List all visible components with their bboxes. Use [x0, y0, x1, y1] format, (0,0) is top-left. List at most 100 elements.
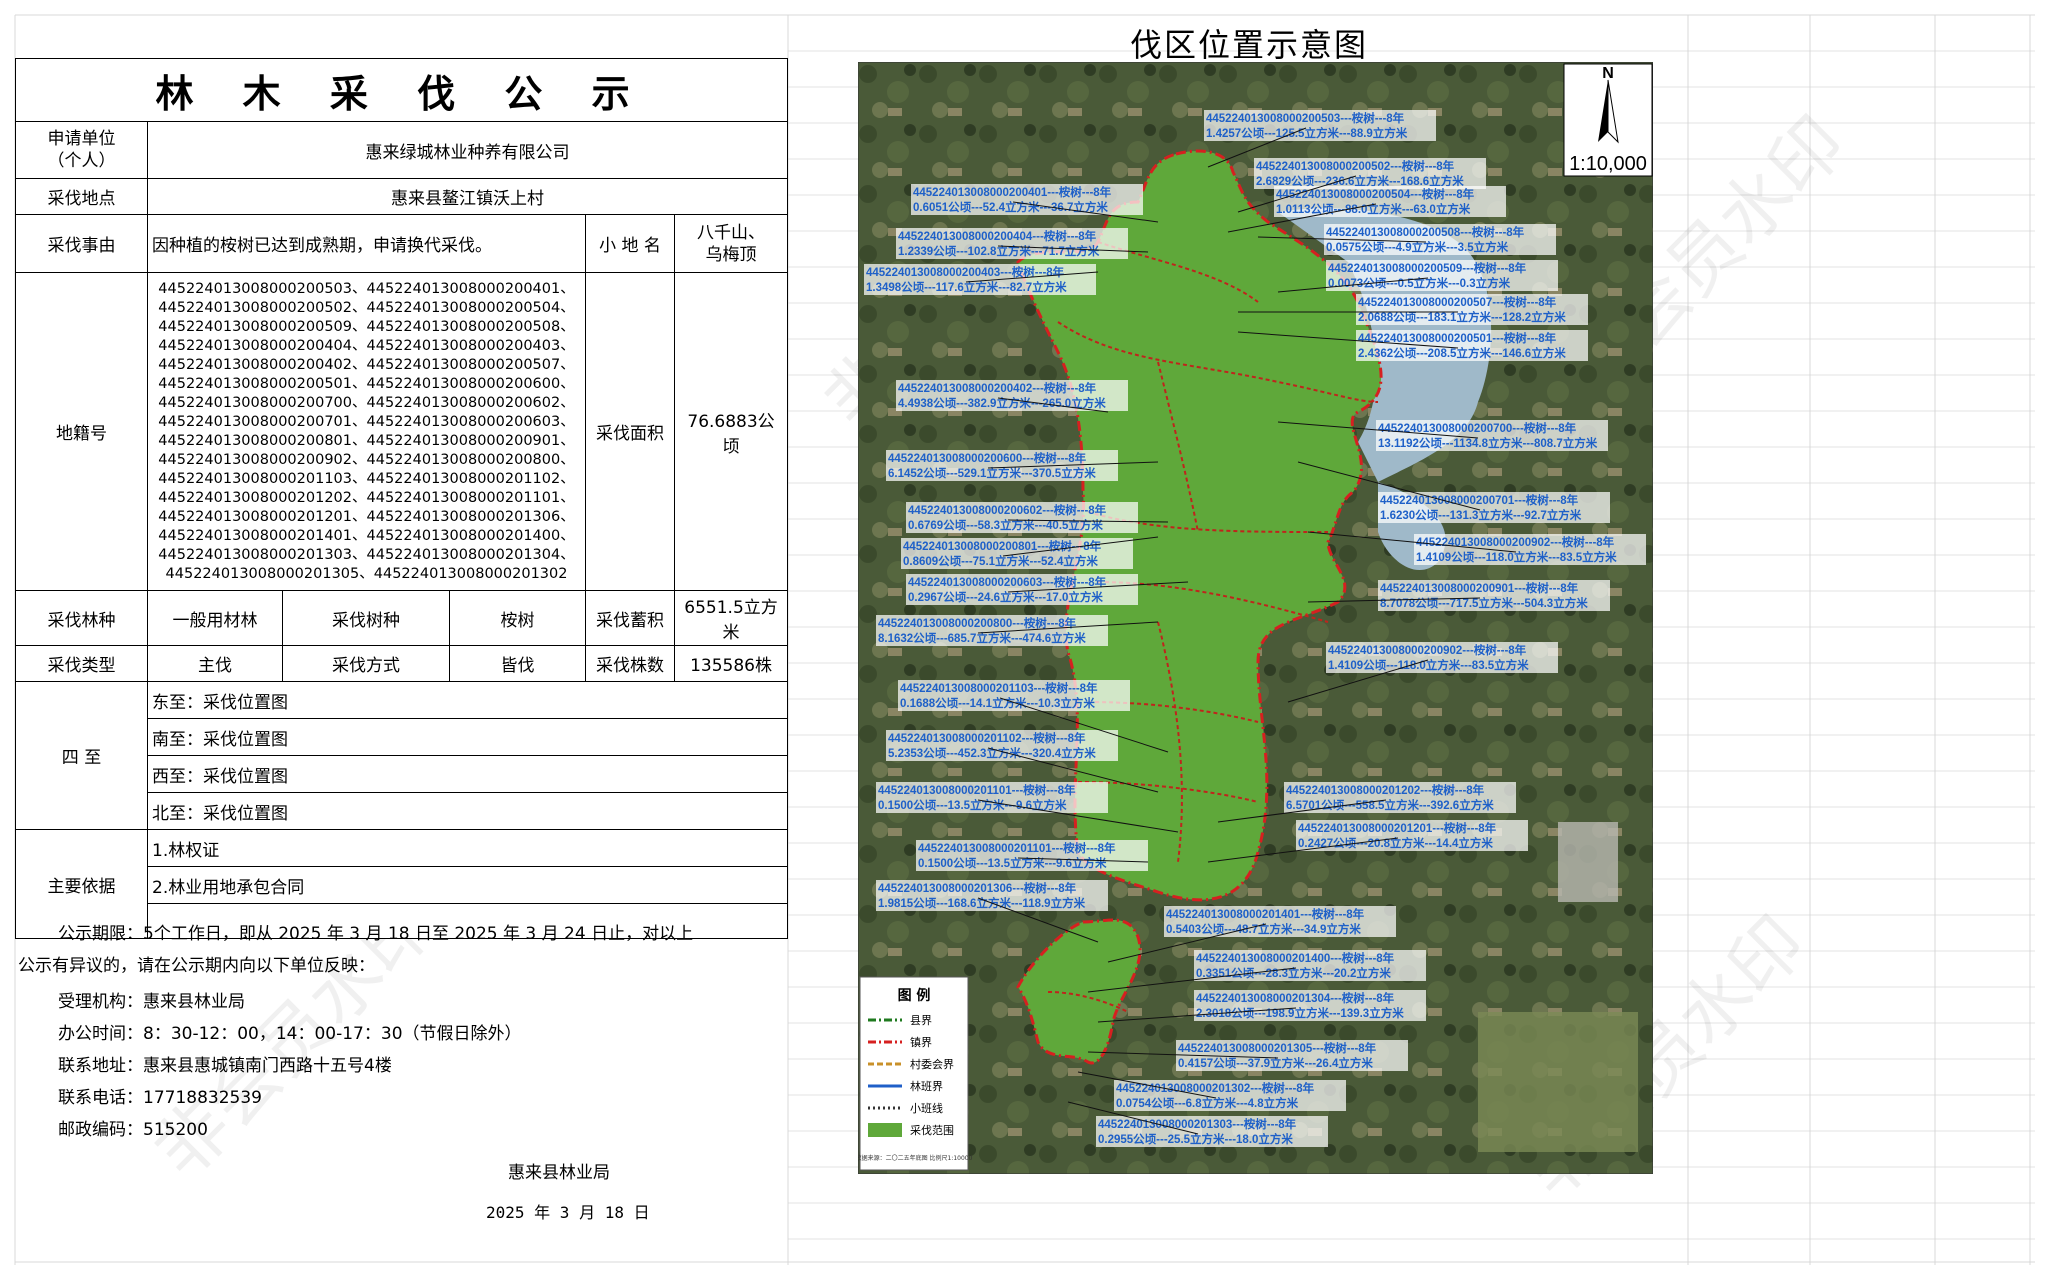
parcel-label-id: 445224013008000201306---桉树---8年	[878, 881, 1077, 895]
legend-label: 县界	[910, 1014, 932, 1027]
tree-species-label: 采伐树种	[282, 590, 450, 646]
parcel-label-value: 1.4257公顷---125.5立方米---88.9立方米	[1206, 126, 1408, 140]
forest-type-value: 一般用材林	[147, 590, 283, 646]
cadastral-line: 445224013008000201303、445224013008000201…	[158, 546, 575, 563]
legend-title: 图 例	[898, 987, 931, 1004]
map-legend: 图 例 县界镇界村委会界林班界小班线采伐范围 数据来源：二〇二五年底图 比例尺1…	[858, 976, 973, 1171]
parcel-label-id: 445224013008000201102---桉树---8年	[888, 731, 1086, 745]
parcel-label-id: 445224013008000201303---桉树---8年	[1098, 1117, 1297, 1131]
place-name-label: 小 地 名	[585, 214, 675, 273]
notice-block: 公示期限：5个工作日，即从 2025 年 3 月 18 日至 2025 年 3 …	[18, 918, 788, 1146]
boundary-east: 东至：采伐位置图	[148, 682, 788, 719]
applicant-value: 惠来绿城林业种养有限公司	[146, 121, 789, 179]
basis-item: 2.林业用地承包合同	[148, 867, 788, 904]
parcel-label-id: 445224013008000201101---桉树---8年	[878, 783, 1076, 797]
parcel-label-id: 445224013008000200801---桉树---8年	[903, 539, 1102, 553]
area-label: 采伐面积	[585, 272, 675, 591]
boundary-south: 南至：采伐位置图	[148, 719, 788, 756]
applicant-label: 申请单位 （个人）	[15, 121, 148, 179]
parcel-label-value: 0.2955公顷---25.5立方米---18.0立方米	[1098, 1132, 1293, 1146]
cut-type-label: 采伐类型	[15, 645, 148, 682]
parcel-label-value: 1.4109公顷---118.0立方米---83.5立方米	[1416, 550, 1617, 564]
legend-label: 林班界	[910, 1079, 943, 1093]
boundary-west: 西至：采伐位置图	[148, 756, 788, 793]
map-title: 伐区位置示意图	[1130, 26, 1369, 64]
parcel-label-id: 445224013008000201103---桉树---8年	[900, 681, 1098, 695]
cut-method-value: 皆伐	[449, 645, 586, 682]
notice-period-cont: 公示有异议的，请在公示期内向以下单位反映：	[18, 956, 375, 976]
harvest-location-map: N 1:10,000 图 例 县界镇界村委会界林班界小班线采伐范围 数据来源：二…	[858, 62, 1653, 1174]
parcel-label-id: 445224013008000200402---桉树---8年	[898, 381, 1097, 395]
notice-hours: 办公时间：8：30-12：00，14：00-17：30（节假日除外）	[58, 1024, 522, 1044]
parcel-label-value: 0.1500公顷---13.5立方米---9.6立方米	[918, 856, 1107, 870]
parcel-label-id: 445224013008000200508---桉树---8年	[1326, 225, 1525, 239]
parcel-label-id: 445224013008000200602---桉树---8年	[908, 503, 1107, 517]
cadastral-line: 445224013008000200509、445224013008000200…	[158, 318, 575, 335]
cadastral-line: 445224013008000200404、445224013008000200…	[158, 337, 575, 354]
parcel-label-id: 445224013008000201201---桉树---8年	[1298, 821, 1497, 835]
forest-type-label: 采伐林种	[15, 590, 148, 646]
notice-agency: 受理机构：惠来县林业局	[58, 992, 245, 1012]
notice-postcode: 邮政编码：515200	[58, 1120, 208, 1140]
cadastral-line: 445224013008000201103、445224013008000201…	[158, 470, 575, 487]
form-title: 林 木 采 伐 公 示	[14, 58, 789, 122]
scale-label: 1:10,000	[1569, 153, 1647, 175]
cadastral-line: 445224013008000201202、445224013008000201…	[158, 489, 575, 506]
notice-period: 公示期限：5个工作日，即从 2025 年 3 月 18 日至 2025 年 3 …	[58, 924, 694, 944]
cadastral-line: 445224013008000201305、445224013008000201…	[165, 565, 568, 582]
legend-note: 数据来源：二〇二五年底图 比例尺1:10000	[858, 1154, 973, 1162]
parcel-label-value: 0.8609公顷---75.1立方米---52.4立方米	[903, 554, 1098, 568]
boundaries-label: 四 至	[15, 681, 148, 830]
notice-phone: 联系电话：17718832539	[58, 1088, 262, 1108]
parcel-label-id: 445224013008000200603---桉树---8年	[908, 575, 1107, 589]
parcel-label-id: 445224013008000200902---桉树---8年	[1328, 643, 1527, 657]
north-label: N	[1602, 65, 1614, 82]
parcel-label-value: 0.0073公顷---0.5立方米---0.3立方米	[1328, 276, 1511, 290]
parcel-label-value: 13.1192公顷---1134.8立方米---808.7立方米	[1378, 436, 1598, 450]
parcel-label-value: 1.4109公顷---118.0立方米---83.5立方米	[1328, 658, 1529, 672]
parcel-label-value: 0.0754公顷---6.8立方米---4.8立方米	[1116, 1096, 1299, 1110]
cadastral-line: 445224013008000200700、445224013008000200…	[158, 394, 575, 411]
parcel-label-id: 445224013008000200401---桉树---8年	[913, 185, 1112, 199]
volume-value: 6551.5立方米	[673, 590, 789, 646]
signature-date: 2025 年 3 月 18 日	[486, 1203, 650, 1222]
parcel-label-id: 445224013008000200502---桉树---8年	[1256, 159, 1455, 173]
parcel-label-value: 1.6230公顷---131.3立方米---92.7立方米	[1380, 508, 1582, 522]
cut-method-label: 采伐方式	[282, 645, 450, 682]
parcel-label-id: 445224013008000200700---桉树---8年	[1378, 421, 1577, 435]
stock-count-value: 135586株	[673, 645, 789, 682]
notice-address: 联系地址：惠来县惠城镇南门西路十五号4楼	[58, 1056, 392, 1076]
legend-label: 镇界	[910, 1035, 932, 1049]
reason-label: 采伐事由	[15, 214, 148, 273]
parcel-label-value: 8.7078公顷---717.5立方米---504.3立方米	[1380, 596, 1588, 610]
parcel-label-value: 0.2967公顷---24.6立方米---17.0立方米	[908, 590, 1103, 604]
cut-type-value: 主伐	[147, 645, 283, 682]
basis-item: 1.林权证	[148, 830, 788, 867]
parcel-label-id: 445224013008000200701---桉树---8年	[1380, 493, 1579, 507]
parcel-label-id: 445224013008000201400---桉树---8年	[1196, 951, 1395, 965]
boundaries-list: 东至：采伐位置图 南至：采伐位置图 西至：采伐位置图 北至：采伐位置图	[146, 681, 789, 830]
farmland	[1478, 1012, 1638, 1152]
parcel-label-id: 445224013008000200507---桉树---8年	[1358, 295, 1557, 309]
volume-label: 采伐蓄积	[585, 590, 675, 646]
parcel-label-id: 445224013008000200504---桉树---8年	[1276, 187, 1475, 201]
parcel-label-value: 1.9815公顷---168.6立方米---118.9立方米	[878, 896, 1086, 910]
legend-label: 小班线	[910, 1101, 943, 1115]
cadastral-line: 445224013008000200503、445224013008000200…	[158, 280, 575, 297]
parcel-label-id: 445224013008000200901---桉树---8年	[1380, 581, 1579, 595]
parcel-label-value: 2.4362公顷---208.5立方米---146.6立方米	[1358, 346, 1566, 360]
cadastral-line: 445224013008000200701、445224013008000200…	[158, 413, 575, 430]
village-area	[1558, 822, 1618, 902]
signature-org: 惠来县林业局	[508, 1163, 610, 1183]
cadastral-line: 445224013008000201201、445224013008000201…	[158, 508, 575, 525]
parcel-label-value: 6.5701公顷---558.5立方米---392.6立方米	[1286, 798, 1494, 812]
parcel-label-value: 2.6829公顷---236.6立方米---168.6立方米	[1256, 174, 1464, 188]
cadastral-line: 445224013008000200801、445224013008000200…	[158, 432, 575, 449]
parcel-label-value: 0.1688公顷---14.1立方米---10.3立方米	[900, 696, 1095, 710]
legend-label: 村委会界	[910, 1057, 954, 1071]
parcel-label-id: 445224013008000201305---桉树---8年	[1178, 1041, 1377, 1055]
parcel-label-value: 0.6051公顷---52.4立方米---36.7立方米	[913, 200, 1108, 214]
location-label: 采伐地点	[15, 178, 148, 215]
legend-label: 采伐范围	[910, 1123, 954, 1137]
cadastral-line: 445224013008000200502、445224013008000200…	[158, 299, 575, 316]
